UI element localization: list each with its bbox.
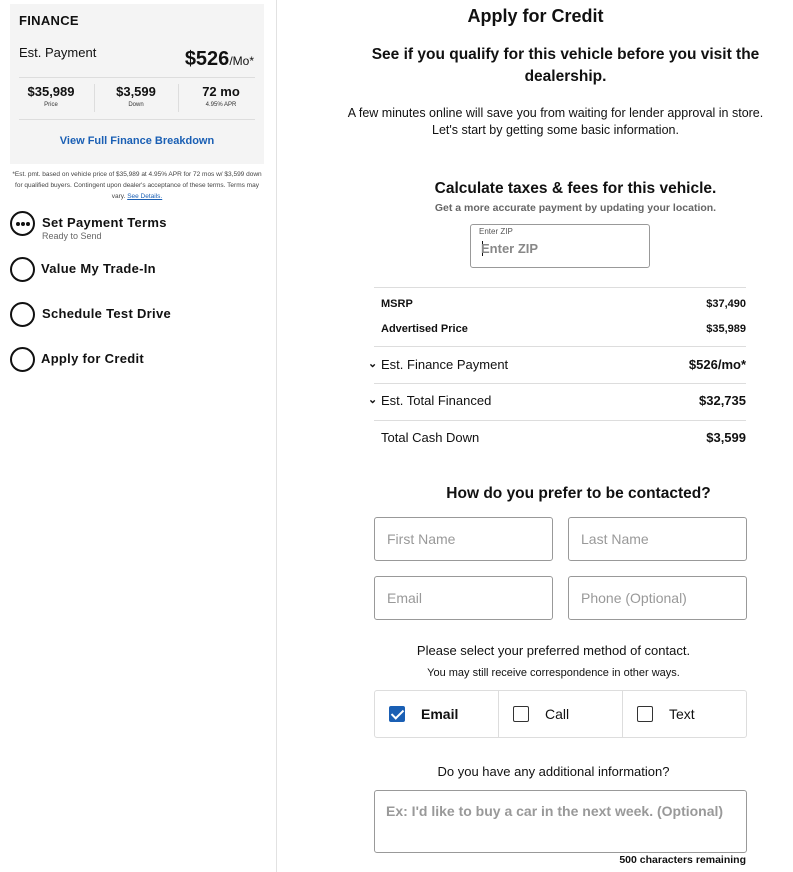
finance-card: FINANCE Est. Payment $526/Mo* $35,989 Pr… xyxy=(10,4,264,164)
first-name-input[interactable] xyxy=(375,518,552,560)
cash-down-label: Total Cash Down xyxy=(381,430,480,445)
msrp-label: MSRP xyxy=(381,298,413,310)
first-name-field[interactable] xyxy=(374,517,553,561)
additional-info-title: Do you have any additional information? xyxy=(437,764,670,779)
down-label: Down xyxy=(128,102,144,108)
step-label: Schedule Test Drive xyxy=(42,306,172,321)
contact-method-group: Email Call Text xyxy=(374,690,747,738)
empty-circle-icon xyxy=(10,302,35,327)
intro-text: A few minutes online will save you from … xyxy=(318,105,793,139)
empty-circle-icon xyxy=(10,347,35,372)
see-details-link[interactable]: See Details. xyxy=(127,193,162,200)
email-input[interactable] xyxy=(375,577,552,619)
contact-method-subtitle: You may still receive correspondence in … xyxy=(427,667,680,679)
phone-input[interactable] xyxy=(569,577,746,619)
chevron-down-icon: ⌄ xyxy=(368,358,378,370)
advertised-price-label: Advertised Price xyxy=(381,323,468,335)
zip-label: Enter ZIP xyxy=(479,227,513,236)
intro-line: Let's start by getting some basic inform… xyxy=(432,123,679,137)
finance-divider xyxy=(19,77,255,78)
contact-method-title: Please select your preferred method of c… xyxy=(416,643,691,658)
est-payment-value: $526/Mo* xyxy=(185,48,254,71)
price-value: $35,989 xyxy=(27,84,75,99)
price-label: Price xyxy=(44,102,58,108)
cash-down-value: $3,599 xyxy=(706,430,746,445)
method-label: Email xyxy=(421,706,459,722)
step-set-payment-terms[interactable]: Set Payment Terms Ready to Send xyxy=(10,211,270,241)
step-status: Ready to Send xyxy=(42,231,102,241)
total-financed-value: $32,735 xyxy=(699,393,746,408)
last-name-field[interactable] xyxy=(568,517,747,561)
step-label: Apply for Credit xyxy=(41,351,145,366)
page-subtitle: See if you qualify for this vehicle befo… xyxy=(371,46,760,85)
dot xyxy=(16,222,20,226)
dot xyxy=(21,222,25,226)
contact-title: How do you prefer to be contacted? xyxy=(446,485,711,502)
additional-info-textarea[interactable] xyxy=(375,791,746,852)
method-label: Text xyxy=(669,706,695,722)
view-finance-breakdown-link[interactable]: View Full Finance Breakdown xyxy=(10,135,264,147)
step-value-my-trade-in[interactable]: Value My Trade-In xyxy=(10,257,270,287)
finance-divider xyxy=(19,119,255,120)
step-label: Set Payment Terms xyxy=(42,215,167,230)
msrp-value: $37,490 xyxy=(706,298,746,310)
taxes-title: Calculate taxes & fees for this vehicle. xyxy=(434,180,717,197)
finance-disclaimer: *Est. pmt. based on vehicle price of $35… xyxy=(10,169,264,202)
contact-method-text[interactable]: Text xyxy=(623,691,746,737)
additional-info-field[interactable] xyxy=(374,790,747,853)
email-field[interactable] xyxy=(374,576,553,620)
price-stat: $35,989 Price xyxy=(11,84,91,108)
advertised-price-value: $35,989 xyxy=(706,323,746,335)
step-label: Value My Trade-In xyxy=(41,261,156,276)
contact-method-email[interactable]: Email xyxy=(375,691,499,737)
last-name-input[interactable] xyxy=(569,518,746,560)
summary-divider xyxy=(374,346,746,347)
main-panel: Apply for Credit See if you qualify for … xyxy=(278,0,793,872)
empty-circle-icon xyxy=(10,257,35,282)
taxes-subtitle: Get a more accurate payment by updating … xyxy=(434,202,717,214)
term-value: 72 mo xyxy=(202,84,240,99)
summary-divider xyxy=(374,420,746,421)
payment-summary: MSRP $37,490 Advertised Price $35,989 ⌄ … xyxy=(368,287,746,445)
method-label: Call xyxy=(545,706,570,722)
checkbox-checked-icon[interactable] xyxy=(389,706,405,722)
est-payment-unit: /Mo* xyxy=(229,54,254,68)
term-stat: 72 mo 4.95% APR xyxy=(181,84,261,108)
down-value: $3,599 xyxy=(116,84,156,99)
zip-field[interactable]: Enter ZIP xyxy=(470,224,650,268)
characters-remaining: 500 characters remaining xyxy=(619,854,746,866)
left-sidebar: FINANCE Est. Payment $526/Mo* $35,989 Pr… xyxy=(0,0,277,872)
step-schedule-test-drive[interactable]: Schedule Test Drive xyxy=(10,302,270,332)
finance-payment-value: $526/mo* xyxy=(688,357,746,372)
finance-payment-label: Est. Finance Payment xyxy=(381,357,509,372)
down-stat: $3,599 Down xyxy=(96,84,176,108)
checkbox-icon[interactable] xyxy=(513,706,529,722)
zip-input[interactable] xyxy=(481,241,641,256)
term-label: 4.95% APR xyxy=(205,102,237,108)
checkbox-icon[interactable] xyxy=(637,706,653,722)
total-financed-label: Est. Total Financed xyxy=(381,393,492,408)
step-apply-for-credit[interactable]: Apply for Credit xyxy=(10,347,270,377)
contact-method-call[interactable]: Call xyxy=(499,691,623,737)
ellipsis-circle-icon xyxy=(10,211,35,236)
stat-separator xyxy=(94,84,95,112)
page-title: Apply for Credit xyxy=(467,6,604,26)
finance-title: FINANCE xyxy=(19,13,79,28)
phone-field[interactable] xyxy=(568,576,747,620)
chevron-down-icon: ⌄ xyxy=(368,394,378,406)
est-payment-label: Est. Payment xyxy=(19,45,97,60)
dot xyxy=(26,222,30,226)
est-payment-amount: $526 xyxy=(184,48,230,70)
stat-separator xyxy=(178,84,179,112)
summary-divider xyxy=(374,383,746,384)
intro-line: A few minutes online will save you from … xyxy=(347,106,764,120)
